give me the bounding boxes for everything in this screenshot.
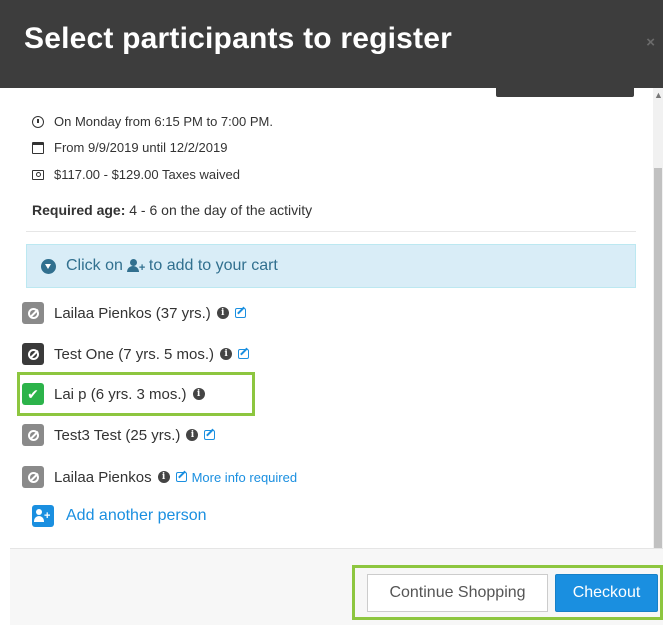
calendar-icon bbox=[32, 141, 44, 154]
participant-name: Lailaa Pienkos (37 yrs.) bbox=[54, 304, 211, 322]
dates-row: From 9/9/2019 until 12/2/2019 bbox=[32, 140, 227, 155]
info-icon[interactable]: i bbox=[192, 388, 205, 400]
info-icon[interactable]: i bbox=[220, 348, 233, 360]
circle-down-icon bbox=[41, 258, 56, 274]
money-icon bbox=[32, 169, 44, 180]
participant-name: Test3 Test (25 yrs.) bbox=[54, 426, 181, 444]
participant-row[interactable]: Test3 Test (25 yrs.) i bbox=[22, 423, 216, 447]
top-button-partial[interactable] bbox=[496, 88, 634, 97]
schedule-text: On Monday from 6:15 PM to 7:00 PM. bbox=[54, 114, 273, 129]
add-person-label: Add another person bbox=[66, 507, 207, 524]
not-eligible-icon bbox=[22, 424, 44, 446]
add-user-icon: + bbox=[32, 505, 54, 527]
not-eligible-icon bbox=[22, 302, 44, 324]
edit-icon[interactable] bbox=[238, 349, 250, 359]
more-info-link[interactable]: More info required bbox=[192, 470, 298, 485]
participant-row[interactable]: Lailaa Pienkos i More info required bbox=[22, 465, 297, 489]
add-to-cart-notice: Click on + to add to your cart bbox=[26, 244, 636, 288]
continue-shopping-button[interactable]: Continue Shopping bbox=[367, 574, 548, 612]
close-icon[interactable]: × bbox=[646, 34, 655, 51]
modal-title: Select participants to register bbox=[24, 22, 453, 55]
schedule-row: On Monday from 6:15 PM to 7:00 PM. bbox=[32, 114, 273, 129]
checkout-button[interactable]: Checkout bbox=[555, 574, 658, 612]
edit-icon[interactable] bbox=[175, 472, 187, 482]
info-icon[interactable]: i bbox=[216, 307, 229, 319]
scrollbar-thumb[interactable] bbox=[654, 168, 662, 548]
required-age-value: 4 - 6 on the day of the activity bbox=[125, 202, 313, 218]
price-row: $117.00 - $129.00 Taxes waived bbox=[32, 167, 240, 182]
info-icon[interactable]: i bbox=[157, 471, 170, 483]
dates-text: From 9/9/2019 until 12/2/2019 bbox=[54, 140, 228, 155]
participant-name: Test One (7 yrs. 5 mos.) bbox=[54, 345, 215, 363]
not-eligible-icon bbox=[22, 343, 44, 365]
scrollbar[interactable]: ▲ bbox=[653, 88, 663, 548]
participant-row[interactable]: Test One (7 yrs. 5 mos.) i bbox=[22, 342, 250, 366]
participant-row-selected[interactable]: ✔ Lai p (6 yrs. 3 mos.) i bbox=[22, 382, 205, 406]
scroll-up-icon[interactable]: ▲ bbox=[654, 90, 663, 100]
participant-name: Lailaa Pienkos bbox=[54, 468, 152, 486]
notice-text-after: to add to your cart bbox=[148, 257, 278, 274]
edit-icon[interactable] bbox=[204, 430, 216, 440]
add-another-person-button[interactable]: + Add another person bbox=[32, 505, 207, 527]
not-eligible-icon bbox=[22, 466, 44, 488]
participant-row[interactable]: Lailaa Pienkos (37 yrs.) i bbox=[22, 301, 246, 325]
divider bbox=[26, 231, 636, 232]
required-age: Required age: 4 - 6 on the day of the ac… bbox=[32, 202, 312, 218]
clock-icon bbox=[32, 115, 44, 128]
modal-header: Select participants to register × bbox=[0, 0, 663, 88]
edit-icon[interactable] bbox=[234, 308, 246, 318]
price-text: $117.00 - $129.00 Taxes waived bbox=[54, 167, 240, 182]
required-age-label: Required age: bbox=[32, 202, 126, 218]
notice-text-before: Click on bbox=[66, 257, 123, 274]
info-icon[interactable]: i bbox=[186, 429, 199, 441]
add-user-icon: + bbox=[126, 259, 145, 274]
check-icon[interactable]: ✔ bbox=[22, 383, 44, 405]
participant-name: Lai p (6 yrs. 3 mos.) bbox=[54, 385, 187, 403]
